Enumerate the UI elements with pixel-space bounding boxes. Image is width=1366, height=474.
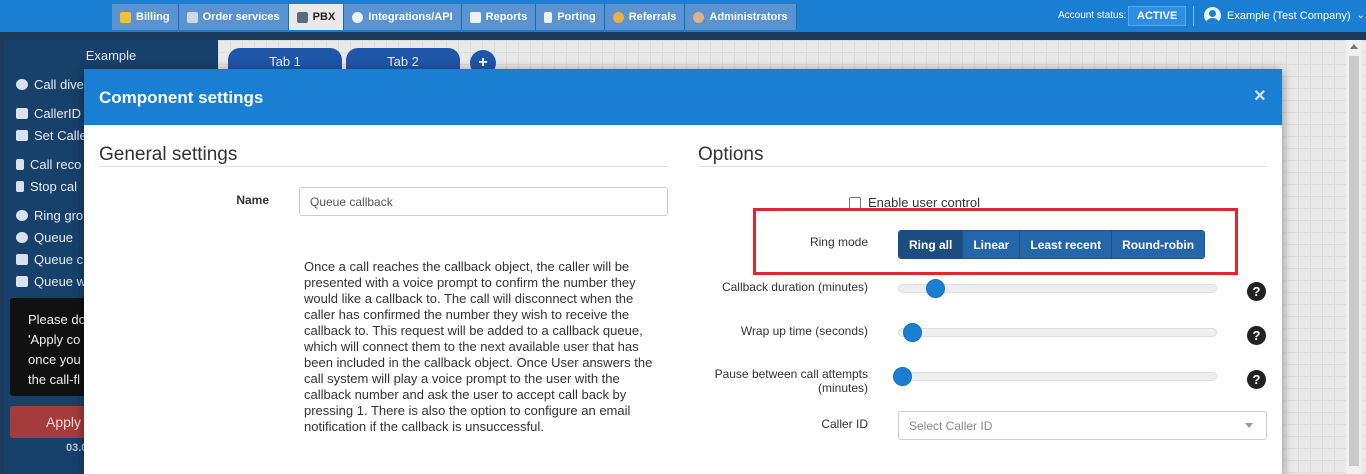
pause-between-attempts-help-icon[interactable]: ? <box>1247 370 1266 389</box>
page-scrollbar[interactable] <box>1346 40 1362 474</box>
caller-id-label: Caller ID <box>821 417 868 431</box>
sidebar-item[interactable]: CallerID <box>16 106 81 121</box>
report-icon <box>469 11 481 23</box>
nav-tab-pbx[interactable]: PBX <box>288 4 345 30</box>
sidebar-item-label: Call reco <box>30 157 82 172</box>
sidebar-item[interactable]: Set Calle <box>16 128 87 143</box>
user-menu[interactable]: Example (Test Company) ⌄ <box>1204 7 1365 24</box>
sidebar-item-label: Set Calle <box>34 128 87 143</box>
phone-icon <box>544 11 553 23</box>
sidebar-item[interactable]: Ring gro <box>16 208 83 223</box>
component-settings-modal: Component settings × General settings Na… <box>84 69 1282 474</box>
name-input[interactable] <box>299 187 668 216</box>
sidebar-title: Example <box>85 48 137 63</box>
ring-mode-ring-all-button[interactable]: Ring all <box>899 231 963 258</box>
component-description: Once a call reaches the callback object,… <box>304 259 653 434</box>
chevron-down-icon: ⌄ <box>1356 10 1365 21</box>
nav-tab-referrals[interactable]: Referrals <box>604 4 686 30</box>
close-icon[interactable]: × <box>1254 85 1266 108</box>
nav-tab-administrators[interactable]: Administrators <box>685 4 797 30</box>
sidebar-item-label: Ring gro <box>34 208 84 223</box>
general-settings-divider <box>99 166 668 167</box>
callback-duration-help-icon[interactable]: ? <box>1247 282 1266 301</box>
wrap-up-time-slider[interactable] <box>898 328 1217 337</box>
scroll-thumb[interactable] <box>1349 56 1359 466</box>
user-plus-icon <box>16 232 28 243</box>
forward-icon <box>16 254 28 265</box>
cart-icon <box>186 11 198 23</box>
caller-id-select[interactable]: Select Caller ID <box>898 411 1267 440</box>
callback-duration-slider-handle[interactable] <box>926 279 945 298</box>
sidebar-item-label: Queue c <box>34 252 84 267</box>
nav-tab-label: Order services <box>202 11 280 23</box>
nav-divider <box>1193 6 1194 26</box>
microphone-icon <box>16 159 24 170</box>
callback-duration-label: Callback duration (minutes) <box>721 280 868 294</box>
admin-icon <box>693 11 705 23</box>
referral-icon <box>612 11 624 23</box>
nav-tab-label: Integrations/API <box>368 11 453 23</box>
nav-tab-reports[interactable]: Reports <box>461 4 537 30</box>
ring-mode-label: Ring mode <box>809 235 868 249</box>
ring-mode-button-group: Ring all Linear Least recent Round-robin <box>898 230 1206 259</box>
nav-tabs: Billing Order services PBX Integrations/… <box>112 4 797 30</box>
sidebar-item-label: CallerID <box>34 106 81 121</box>
scroll-up-icon[interactable] <box>1350 44 1358 49</box>
ring-mode-least-recent-button[interactable]: Least recent <box>1019 231 1112 258</box>
users-icon <box>16 210 28 221</box>
sidebar-item-label: Call dive <box>34 77 84 92</box>
options-title: Options <box>698 144 764 165</box>
options-divider <box>698 166 1267 167</box>
sidebar-item[interactable]: Queue c <box>16 252 83 267</box>
modal-title: Component settings <box>99 88 264 107</box>
modal-header: Component settings × <box>84 69 1282 125</box>
ring-mode-linear-button[interactable]: Linear <box>962 231 1020 258</box>
user-name: Example (Test Company) <box>1227 9 1351 22</box>
ring-mode-round-robin-button[interactable]: Round-robin <box>1111 231 1205 258</box>
pause-between-attempts-slider-handle[interactable] <box>893 367 912 386</box>
gear-icon <box>352 11 364 23</box>
apply-button[interactable]: Apply <box>10 406 90 438</box>
pbx-icon <box>296 11 308 23</box>
sidebar-item-label: Stop cal <box>30 179 77 194</box>
account-status-badge: ACTIVE <box>1128 6 1187 26</box>
sidebar-item[interactable]: Call dive <box>16 77 84 92</box>
callback-duration-slider[interactable] <box>898 284 1217 293</box>
billing-icon <box>120 11 131 23</box>
wrap-up-time-slider-handle[interactable] <box>903 323 922 342</box>
nav-tab-integrations[interactable]: Integrations/API <box>344 4 462 30</box>
card-icon <box>16 130 28 141</box>
name-label: Name <box>236 193 269 207</box>
nav-tab-label: PBX <box>312 11 336 23</box>
sidebar-item[interactable]: Stop cal <box>16 179 77 194</box>
nav-tab-label: Administrators <box>709 11 788 23</box>
nav-tab-label: Billing <box>136 11 170 23</box>
grid-icon <box>16 276 28 287</box>
wrap-up-time-label: Wrap up time (seconds) <box>740 324 868 338</box>
sidebar-item[interactable]: Call reco <box>16 157 81 172</box>
user-avatar-icon <box>1204 7 1221 24</box>
nav-tab-billing[interactable]: Billing <box>112 4 179 30</box>
general-settings-title: General settings <box>99 144 238 165</box>
sidebar-item-label: Queue w <box>34 274 87 289</box>
nav-tab-order-services[interactable]: Order services <box>178 4 289 30</box>
sidebar-item[interactable]: Queue w <box>16 274 86 289</box>
nav-tab-label: Reports <box>485 11 528 23</box>
sidebar-item[interactable]: Queue <box>16 230 73 245</box>
nav-tab-label: Porting <box>557 11 596 23</box>
pause-between-attempts-label: Pause between call attempts (minutes) <box>714 367 868 395</box>
nav-tab-label: Referrals <box>628 11 677 23</box>
microphone-off-icon <box>16 181 24 192</box>
nav-tab-porting[interactable]: Porting <box>536 4 605 30</box>
sidebar-item-label: Queue <box>34 230 74 245</box>
caret-down-icon <box>1245 423 1253 428</box>
list-icon <box>16 108 28 119</box>
sidebar-note: Please do 'Apply co once you the call-fl <box>10 298 90 396</box>
top-nav: Billing Order services PBX Integrations/… <box>0 0 1366 32</box>
pause-between-attempts-slider[interactable] <box>898 372 1217 381</box>
wrap-up-time-help-icon[interactable]: ? <box>1247 326 1266 345</box>
refresh-icon <box>16 79 28 90</box>
account-status-label: Account status: <box>1058 10 1127 21</box>
